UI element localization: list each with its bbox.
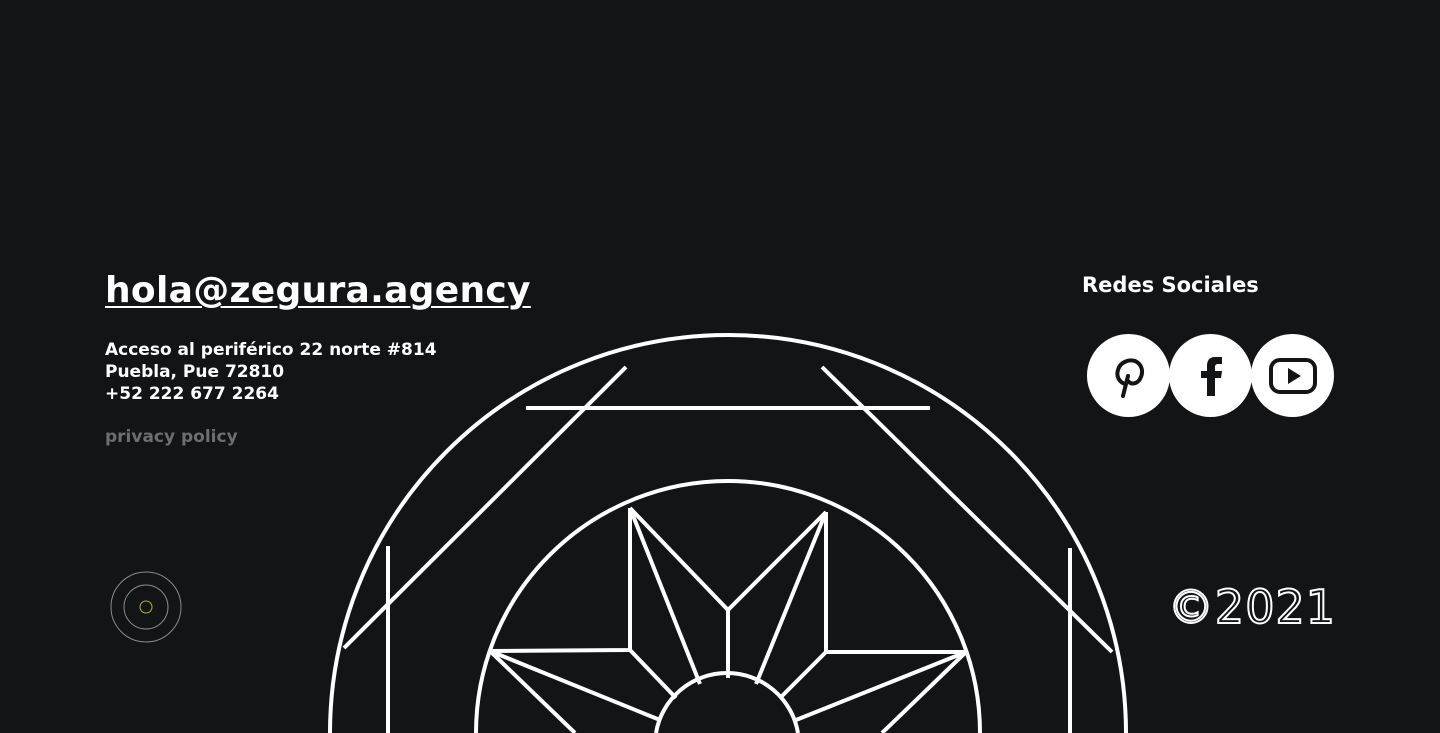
youtube-icon — [1268, 357, 1317, 394]
address-block: Acceso al periférico 22 norte #814 Puebl… — [105, 339, 437, 405]
address-line-2: Puebla, Pue 72810 — [105, 362, 285, 382]
copyright-text: ©2021 — [1167, 579, 1336, 635]
facebook-icon — [1200, 356, 1222, 396]
youtube-button[interactable] — [1251, 334, 1334, 417]
pinterest-button[interactable] — [1087, 334, 1170, 417]
email-link[interactable]: hola@zegura.agency — [105, 270, 531, 311]
address-line-1: Acceso al periférico 22 norte #814 — [105, 340, 437, 360]
facebook-button[interactable] — [1169, 334, 1252, 417]
privacy-policy-link[interactable]: privacy policy — [105, 427, 238, 447]
pinterest-icon — [1114, 357, 1144, 398]
social-links — [1087, 334, 1334, 417]
social-title: Redes Sociales — [1082, 273, 1259, 297]
phone-number[interactable]: +52 222 677 2264 — [105, 383, 437, 405]
scroll-indicator-icon[interactable] — [110, 571, 182, 643]
